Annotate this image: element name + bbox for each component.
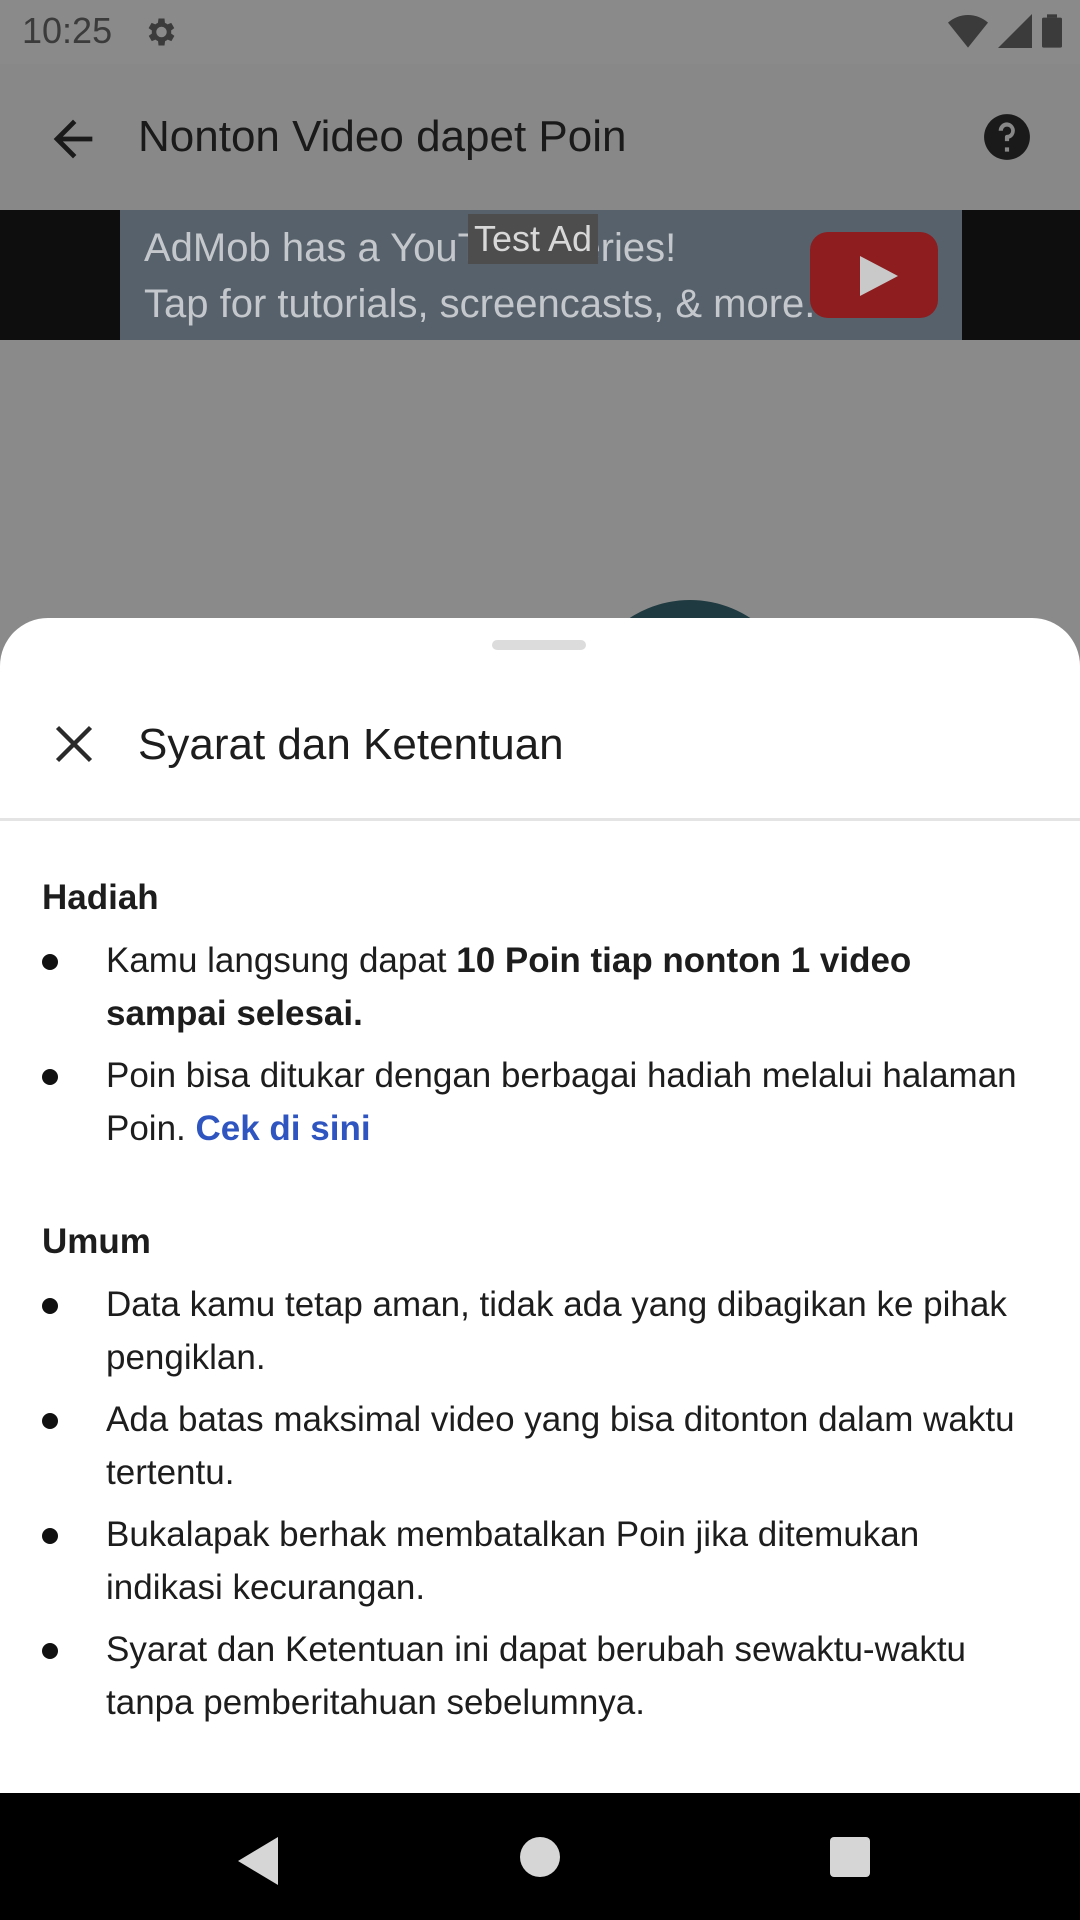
cek-di-sini-link[interactable]: Cek di sini [196, 1109, 371, 1148]
divider [0, 818, 1080, 821]
ad-banner[interactable]: AdMob has a YouTube series! Tap for tuto… [120, 210, 962, 340]
bullet [42, 1528, 58, 1544]
battery-icon [1042, 14, 1062, 48]
youtube-play-button[interactable] [810, 232, 938, 318]
section-heading-umum: Umum [42, 1222, 151, 1261]
list-item: Bukalapak berhak membatalkan Poin jika d… [106, 1515, 920, 1607]
nav-back-icon[interactable] [238, 1837, 278, 1885]
status-icons [948, 14, 1062, 48]
nav-home-icon[interactable] [520, 1837, 560, 1877]
list-item: Data kamu tetap aman, tidak ada yang dib… [106, 1285, 1007, 1377]
wifi-icon [948, 15, 988, 48]
item-text: Kamu langsung dapat [106, 941, 457, 980]
background-content [0, 340, 1080, 620]
close-icon[interactable] [52, 722, 96, 766]
status-bar: 10:25 [0, 0, 1080, 64]
bullet [42, 1298, 58, 1314]
ad-subline: Tap for tutorials, screencasts, & more. [144, 282, 816, 326]
bullet [42, 1643, 58, 1659]
back-arrow-icon[interactable] [44, 110, 102, 168]
sheet-title: Syarat dan Ketentuan [138, 720, 564, 769]
list-item: Kamu langsung dapat 10 Poin tiap nonton … [106, 934, 1026, 1040]
test-ad-label: Test Ad [468, 214, 599, 264]
bullet [42, 954, 58, 970]
terms-bottom-sheet: Syarat dan Ketentuan Hadiah Kamu langsun… [0, 618, 1080, 1793]
list-item: Poin bisa ditukar dengan berbagai hadiah… [106, 1049, 1026, 1155]
page-title: Nonton Video dapet Poin [138, 112, 627, 161]
help-icon[interactable] [982, 112, 1032, 162]
status-time: 10:25 [22, 10, 113, 51]
bullet [42, 1413, 58, 1429]
bullet [42, 1069, 58, 1085]
list-item: Syarat dan Ketentuan ini dapat berubah s… [106, 1630, 967, 1722]
drag-handle[interactable] [492, 640, 586, 650]
system-nav-bar [0, 1793, 1080, 1920]
ad-band: AdMob has a YouTube series! Tap for tuto… [0, 210, 1080, 340]
section-heading-hadiah: Hadiah [42, 878, 159, 917]
list-item: Ada batas maksimal video yang bisa diton… [106, 1400, 1015, 1492]
settings-gear-icon [148, 18, 175, 46]
app-bar: Nonton Video dapet Poin [0, 64, 1080, 210]
play-icon [860, 256, 898, 296]
cell-signal-icon [998, 14, 1032, 48]
nav-recents-icon[interactable] [830, 1837, 870, 1877]
